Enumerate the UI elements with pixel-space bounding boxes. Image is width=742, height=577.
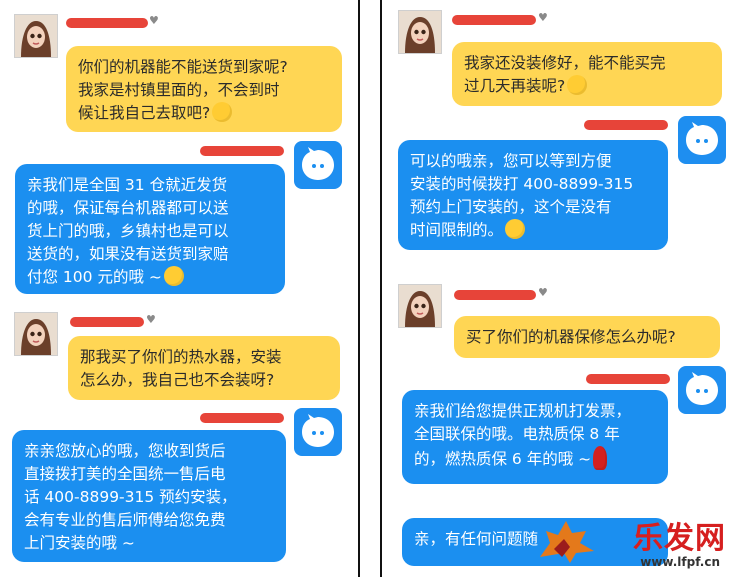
- message-text: 那我买了你们的热水器，安装 怎么办，我自己也不会装呀?: [80, 348, 282, 389]
- blush-emoji-icon: [505, 219, 526, 239]
- smile-emoji-icon: [212, 102, 233, 122]
- bot-name-redacted: [586, 374, 670, 384]
- user-message: 那我买了你们的热水器，安装 怎么办，我自己也不会装呀?: [68, 336, 340, 400]
- message-text: 你们的机器能不能送货到家呢? 我家是村镇里面的，不会到时 候让我自己去取吧?: [78, 58, 288, 122]
- user-avatar-icon: [14, 312, 58, 356]
- message-text: 亲，有任何问题随: [414, 530, 539, 548]
- user-message: 我家还没装修好，能不能买完 过几天再装呢?: [452, 42, 722, 106]
- message-text: 我家还没装修好，能不能买完 过几天再装呢?: [464, 54, 666, 95]
- bot-name-redacted: [200, 146, 284, 156]
- agent-message: 亲亲您放心的哦，您收到货后 直接拨打美的全国统一售后电 话 400-8899-3…: [12, 430, 286, 562]
- user-avatar-icon: [398, 284, 442, 328]
- message-text: 亲我们是全国 31 仓就近发货 的哦，保证每台机器都可以送 货上门的哦，乡镇村也…: [27, 176, 229, 286]
- chat-bot-icon: [678, 116, 726, 164]
- user-name-redacted: [452, 15, 536, 25]
- heart-icon: ♥: [149, 14, 159, 27]
- eye-emoji-icon: [163, 266, 184, 286]
- chat-bot-icon: [294, 408, 342, 456]
- panel-gap: [360, 0, 380, 577]
- user-name-redacted: [454, 290, 536, 300]
- user-avatar-icon: [14, 14, 58, 58]
- heart-icon: ♥: [538, 11, 548, 24]
- horse-logo-icon: [540, 521, 594, 563]
- chat-bot-icon: [678, 366, 726, 414]
- user-message: 买了你们的机器保修怎么办呢?: [454, 316, 720, 358]
- message-text: 买了你们的机器保修怎么办呢?: [466, 328, 676, 346]
- user-name-redacted: [70, 317, 144, 327]
- user-message: 你们的机器能不能送货到家呢? 我家是村镇里面的，不会到时 候让我自己去取吧?: [66, 46, 342, 132]
- rose-icon: [593, 446, 608, 470]
- message-text: 亲亲您放心的哦，您收到货后 直接拨打美的全国统一售后电 话 400-8899-3…: [24, 442, 237, 552]
- chat-bot-icon: [294, 141, 342, 189]
- site-watermark: 乐发网 www.lfpf.cn: [536, 509, 736, 571]
- chat-panel-left: ♥ 你们的机器能不能送货到家呢? 我家是村镇里面的，不会到时 候让我自己去取吧?…: [0, 0, 358, 577]
- agent-message: 亲我们给您提供正规机打发票， 全国联保的哦。电热质保 8 年 的，燃热质保 6 …: [402, 390, 668, 484]
- agent-message: 亲我们是全国 31 仓就近发货 的哦，保证每台机器都可以送 货上门的哦，乡镇村也…: [15, 164, 285, 294]
- watermark-url: www.lfpf.cn: [640, 555, 720, 569]
- user-name-redacted: [66, 18, 148, 28]
- eye-emoji-icon: [567, 75, 588, 95]
- heart-icon: ♥: [538, 286, 548, 299]
- bot-name-redacted: [200, 413, 284, 423]
- agent-message: 可以的哦亲，您可以等到方便 安装的时候拨打 400-8899-315 预约上门安…: [398, 140, 668, 250]
- watermark-text: 乐发网: [633, 521, 726, 556]
- bot-name-redacted: [584, 120, 668, 130]
- heart-icon: ♥: [146, 313, 156, 326]
- chat-panel-right: ♥ 我家还没装修好，能不能买完 过几天再装呢? 可以的哦亲，您可以等到方便 安装…: [382, 0, 742, 577]
- user-avatar-icon: [398, 10, 442, 54]
